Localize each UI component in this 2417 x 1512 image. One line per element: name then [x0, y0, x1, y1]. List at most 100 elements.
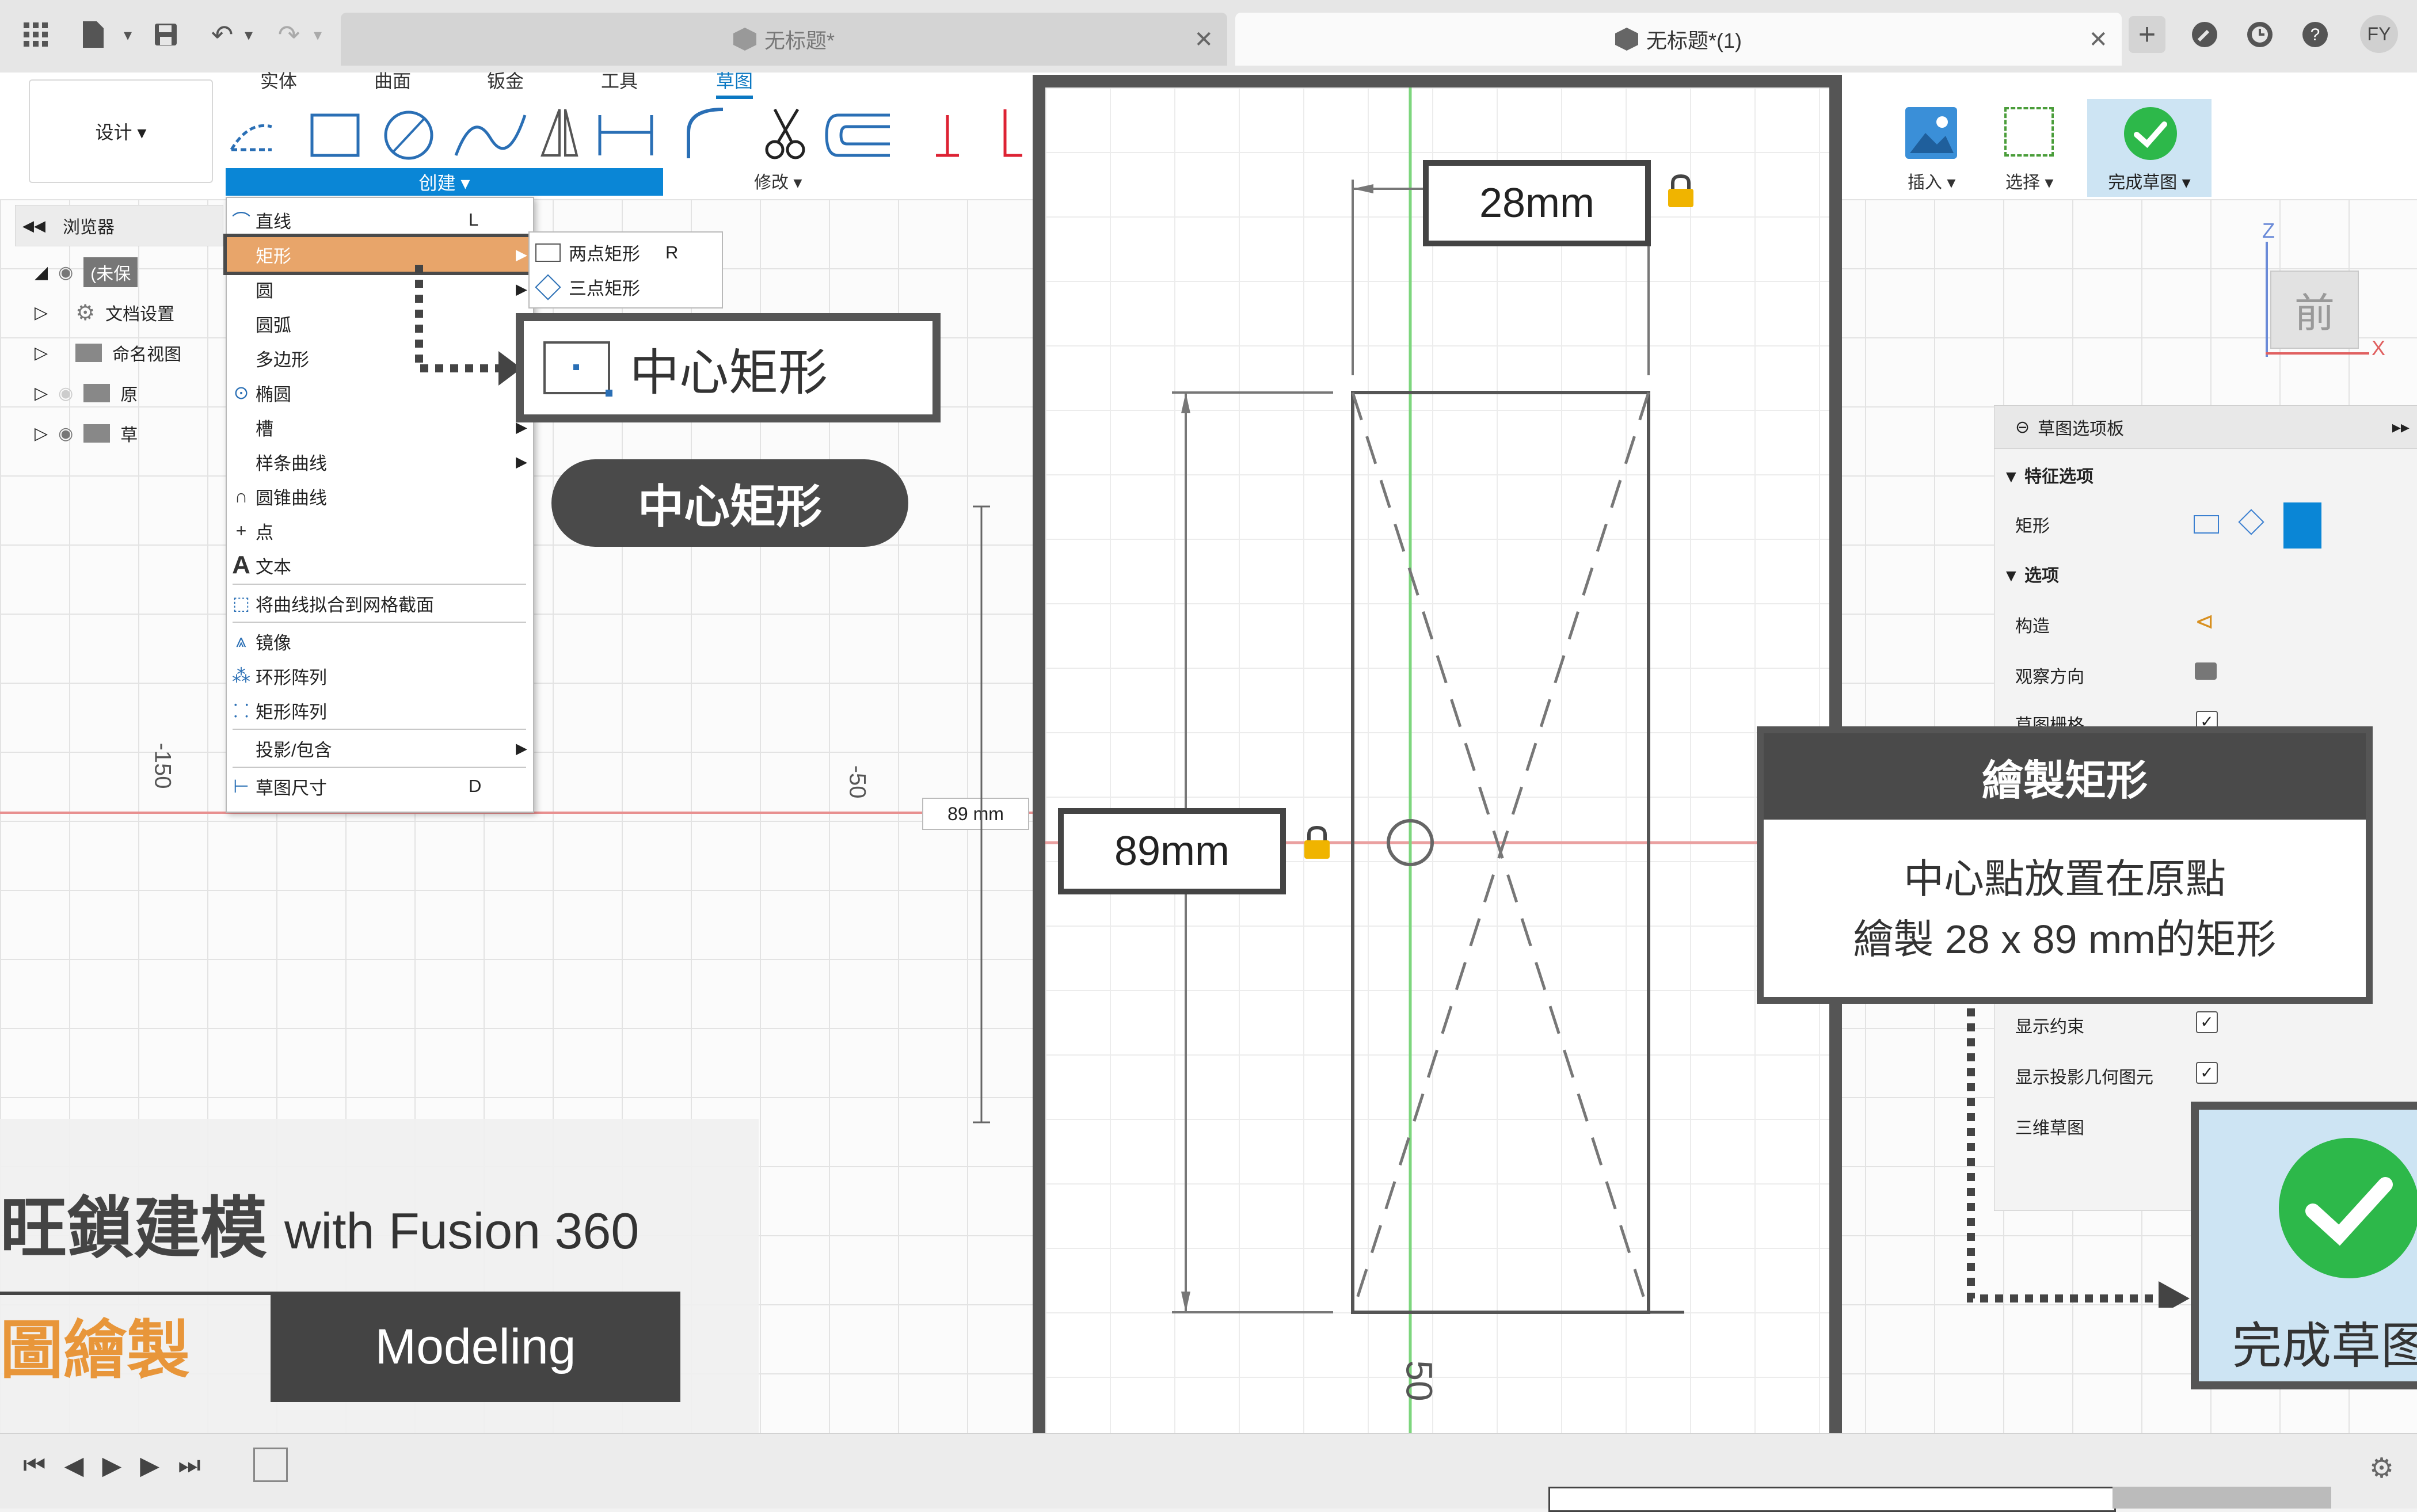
- menu-item-label: 直线: [256, 211, 291, 232]
- menu-item-circular-pattern[interactable]: ⁂ 环形阵列: [227, 658, 533, 693]
- menu-item-point[interactable]: + 点: [227, 513, 533, 548]
- insert-dropdown-button[interactable]: 插入 ▾: [1908, 168, 1955, 193]
- close-tab-icon[interactable]: ✕: [2088, 26, 2108, 53]
- menu-item-text[interactable]: A 文本: [227, 548, 533, 582]
- timeline-sketch-icon[interactable]: [253, 1448, 288, 1482]
- trim-tool-icon[interactable]: [765, 108, 805, 159]
- zoomed-sketch-view: 28mm 89mm 50: [1033, 75, 1842, 1448]
- modify-dropdown-button[interactable]: 修改 ▾: [754, 168, 802, 193]
- tab-untitled[interactable]: 无标题* ✕: [341, 13, 1227, 66]
- circle-tool-icon[interactable]: [384, 111, 433, 160]
- extensions-icon[interactable]: [2186, 16, 2223, 53]
- collapse-arrow-icon[interactable]: ◢: [35, 262, 48, 283]
- dimension-icon: ⊢: [233, 776, 249, 797]
- first-frame-icon[interactable]: ⏮: [23, 1451, 46, 1480]
- look-at-label: 观察方向: [2015, 668, 2084, 687]
- mirror-tool-icon[interactable]: [541, 109, 578, 157]
- palette-header[interactable]: ⊖ 草图选项板 ▸▸: [1994, 406, 2417, 449]
- menu-item-fit-curve[interactable]: ⬚ 将曲线拟合到网格截面: [227, 586, 533, 620]
- finish-sketch-button[interactable]: 完成草图 ▾: [2087, 99, 2212, 197]
- line-tool-icon[interactable]: [230, 124, 272, 151]
- section-feature-options[interactable]: ▼ 特征选项: [2003, 462, 2094, 488]
- look-at-icon[interactable]: [2195, 662, 2217, 680]
- expand-arrow-icon[interactable]: ▷: [35, 383, 48, 403]
- construction-icon[interactable]: ⊲: [2195, 608, 2214, 635]
- constraint-icon-2[interactable]: [1003, 109, 1022, 157]
- app-grid-icon[interactable]: [17, 16, 54, 53]
- redo-dropdown-icon[interactable]: ▾: [299, 16, 336, 53]
- section-options[interactable]: ▼ 选项: [2003, 561, 2059, 586]
- file-dropdown-icon[interactable]: ▾: [109, 16, 146, 53]
- height-dimension-input[interactable]: 89mm: [1058, 808, 1286, 894]
- save-icon[interactable]: [147, 16, 184, 53]
- play-icon[interactable]: ▶: [102, 1451, 121, 1480]
- expand-arrow-icon[interactable]: ▷: [35, 343, 48, 363]
- browser-item-sketches[interactable]: ▷ ◉ 草: [35, 414, 138, 452]
- select-tool-icon[interactable]: [2004, 107, 2054, 157]
- center-rect-option-selected[interactable]: [2283, 502, 2321, 549]
- ribbon-tab-solid[interactable]: 实体: [260, 67, 297, 93]
- browser-item-root[interactable]: ◢ ◉ (未保: [35, 253, 138, 291]
- menu-item-slot[interactable]: 槽 ▶: [227, 410, 533, 444]
- show-constraints-checkbox[interactable]: ✓: [2196, 1011, 2218, 1033]
- submenu-item-two-point[interactable]: 两点矩形 R: [535, 239, 678, 265]
- collapse-circle-icon[interactable]: ⊖: [2015, 417, 2030, 437]
- menu-item-rect-pattern[interactable]: ⸬ 矩形阵列: [227, 693, 533, 728]
- expand-arrow-icon[interactable]: ▷: [35, 424, 48, 444]
- two-point-rect-option[interactable]: [2194, 515, 2219, 534]
- close-tab-icon[interactable]: ✕: [1194, 26, 1213, 53]
- sketch-dimension-icon[interactable]: [598, 115, 653, 155]
- ribbon-tab-surface[interactable]: 曲面: [374, 67, 411, 93]
- eye-icon[interactable]: ◉: [58, 424, 73, 444]
- browser-item-origin[interactable]: ▷ ◉ 原: [35, 374, 138, 412]
- width-dimension-input[interactable]: 28mm: [1423, 160, 1651, 246]
- settings-gear-icon[interactable]: ⚙: [2369, 1452, 2394, 1484]
- browser-item-doc-settings[interactable]: ▷ ⚙ 文档设置: [35, 294, 174, 332]
- browser-item-label: (未保: [83, 257, 138, 287]
- browser-item-label: 草: [120, 426, 138, 445]
- undo-dropdown-icon[interactable]: ▾: [230, 16, 267, 53]
- text-icon: A: [232, 551, 250, 579]
- offset-tool-icon[interactable]: [825, 113, 890, 157]
- menu-item-line[interactable]: ⌒ 直线 L: [227, 203, 533, 237]
- eye-hidden-icon[interactable]: ◉: [58, 383, 73, 403]
- fillet-tool-icon[interactable]: [687, 108, 724, 158]
- view-cube[interactable]: 前: [2270, 271, 2359, 349]
- spline-tool-icon[interactable]: [454, 115, 527, 156]
- user-avatar[interactable]: FY: [2360, 15, 2398, 53]
- menu-item-spline[interactable]: 样条曲线 ▶: [227, 444, 533, 479]
- file-icon[interactable]: [75, 16, 112, 53]
- circular-pattern-icon: ⁂: [232, 665, 250, 686]
- collapse-icon[interactable]: ◀◀: [22, 217, 45, 235]
- menu-item-project[interactable]: 投影/包含 ▶: [227, 731, 533, 765]
- select-dropdown-button[interactable]: 选择 ▾: [2005, 168, 2053, 193]
- browser-header[interactable]: ◀◀ 浏览器: [15, 205, 223, 246]
- ribbon-tab-tools[interactable]: 工具: [601, 67, 638, 93]
- new-tab-icon[interactable]: +: [2129, 16, 2165, 53]
- next-frame-icon[interactable]: ▶: [140, 1451, 159, 1480]
- rectangle-tool-icon[interactable]: [310, 113, 360, 157]
- job-status-icon[interactable]: [2241, 16, 2278, 53]
- expand-icon[interactable]: ▸▸: [2392, 417, 2410, 437]
- three-point-rect-option[interactable]: [2238, 509, 2264, 535]
- submenu-item-three-point[interactable]: 三点矩形: [535, 273, 640, 300]
- browser-item-named-views[interactable]: ▷ 命名视图: [35, 334, 181, 372]
- insert-image-icon[interactable]: [1905, 107, 1957, 159]
- rectangle-sketch[interactable]: [1351, 391, 1650, 1314]
- eye-icon[interactable]: ◉: [58, 262, 73, 283]
- create-dropdown-button[interactable]: 创建 ▾: [226, 168, 663, 196]
- menu-item-mirror[interactable]: ⩓ 镜像: [227, 624, 533, 658]
- menu-item-sketch-dimension[interactable]: ⊢ 草图尺寸 D: [227, 769, 533, 803]
- prev-frame-icon[interactable]: ◀: [64, 1451, 84, 1480]
- last-frame-icon[interactable]: ⏭: [178, 1451, 201, 1480]
- show-projected-checkbox[interactable]: ✓: [2196, 1062, 2218, 1084]
- menu-item-conic[interactable]: ∩ 圆锥曲线: [227, 479, 533, 513]
- ribbon-tab-sketch[interactable]: 草图: [716, 67, 753, 99]
- ribbon-tab-sheetmetal[interactable]: 钣金: [487, 67, 524, 93]
- expand-arrow-icon[interactable]: ▷: [35, 303, 48, 323]
- axis-label-50: 50: [1398, 1360, 1440, 1401]
- constraint-icon[interactable]: [936, 115, 959, 157]
- workspace-button[interactable]: 设计 ▾: [29, 79, 213, 183]
- help-icon[interactable]: ?: [2297, 16, 2334, 53]
- tab-untitled-1[interactable]: 无标题*(1) ✕: [1235, 13, 2122, 66]
